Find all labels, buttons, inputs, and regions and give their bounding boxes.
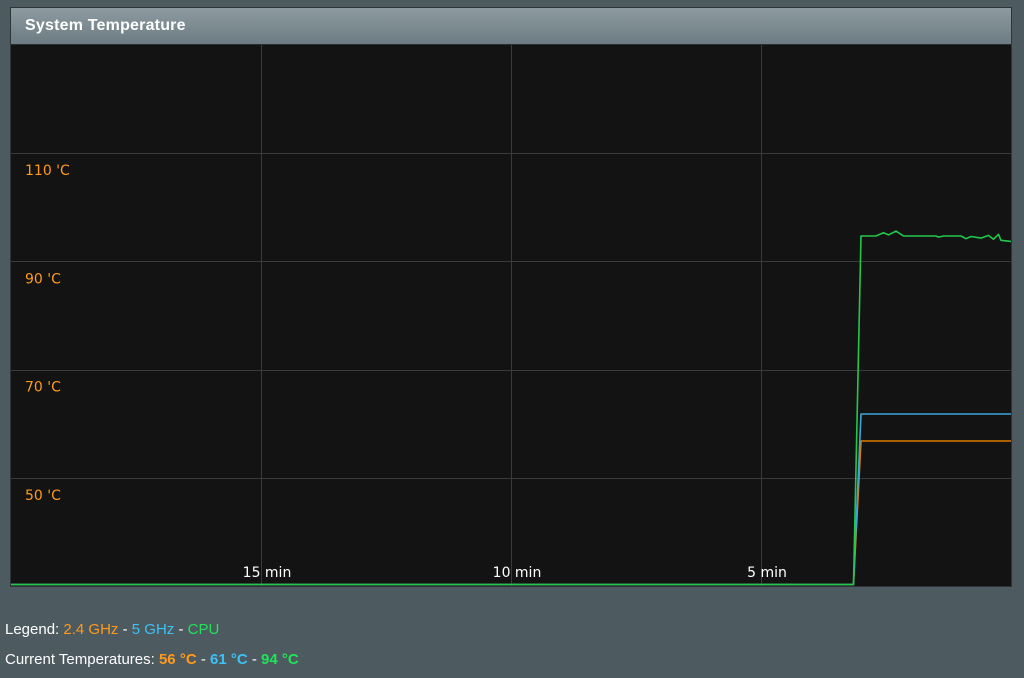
y-tick-label: 70 'C [25, 380, 61, 396]
current-temp-5ghz: 61 °C [210, 651, 248, 668]
panel-title: System Temperature [25, 17, 186, 34]
legend-item-5ghz: 5 GHz [131, 621, 175, 638]
current-temperatures-label: Current Temperatures: [5, 651, 155, 668]
legend-label: Legend: [5, 621, 60, 638]
current-separator: - [196, 651, 210, 668]
legend-item-24ghz: 2.4 GHz [63, 621, 119, 638]
legend-separator: - [118, 621, 132, 638]
current-temperatures: Current Temperatures: 56 °C - 61 °C - 94… [5, 651, 299, 668]
current-temp-24ghz: 56 °C [158, 651, 197, 668]
y-tick-label: 50 'C [25, 488, 61, 504]
x-tick-label: 5 min [747, 565, 787, 581]
legend: Legend: 2.4 GHz - 5 GHz - CPU [5, 621, 219, 638]
current-separator: - [247, 651, 262, 668]
legend-separator: - [174, 621, 188, 638]
temperature-chart: 110 'C 90 'C 70 'C 50 'C 15 min 10 min 5 min [11, 45, 1011, 586]
current-temp-cpu: 94 °C [261, 651, 299, 668]
x-tick-label: 10 min [493, 565, 542, 581]
x-tick-label: 15 min [243, 565, 292, 581]
y-tick-label: 110 'C [25, 163, 70, 179]
y-tick-label: 90 'C [25, 271, 61, 287]
legend-item-cpu: CPU [187, 621, 220, 638]
system-temperature-panel: System Temperature 110 'C 90 'C 70 'C 50 'C… [10, 7, 1012, 587]
panel-header: System Temperature [11, 8, 1011, 45]
